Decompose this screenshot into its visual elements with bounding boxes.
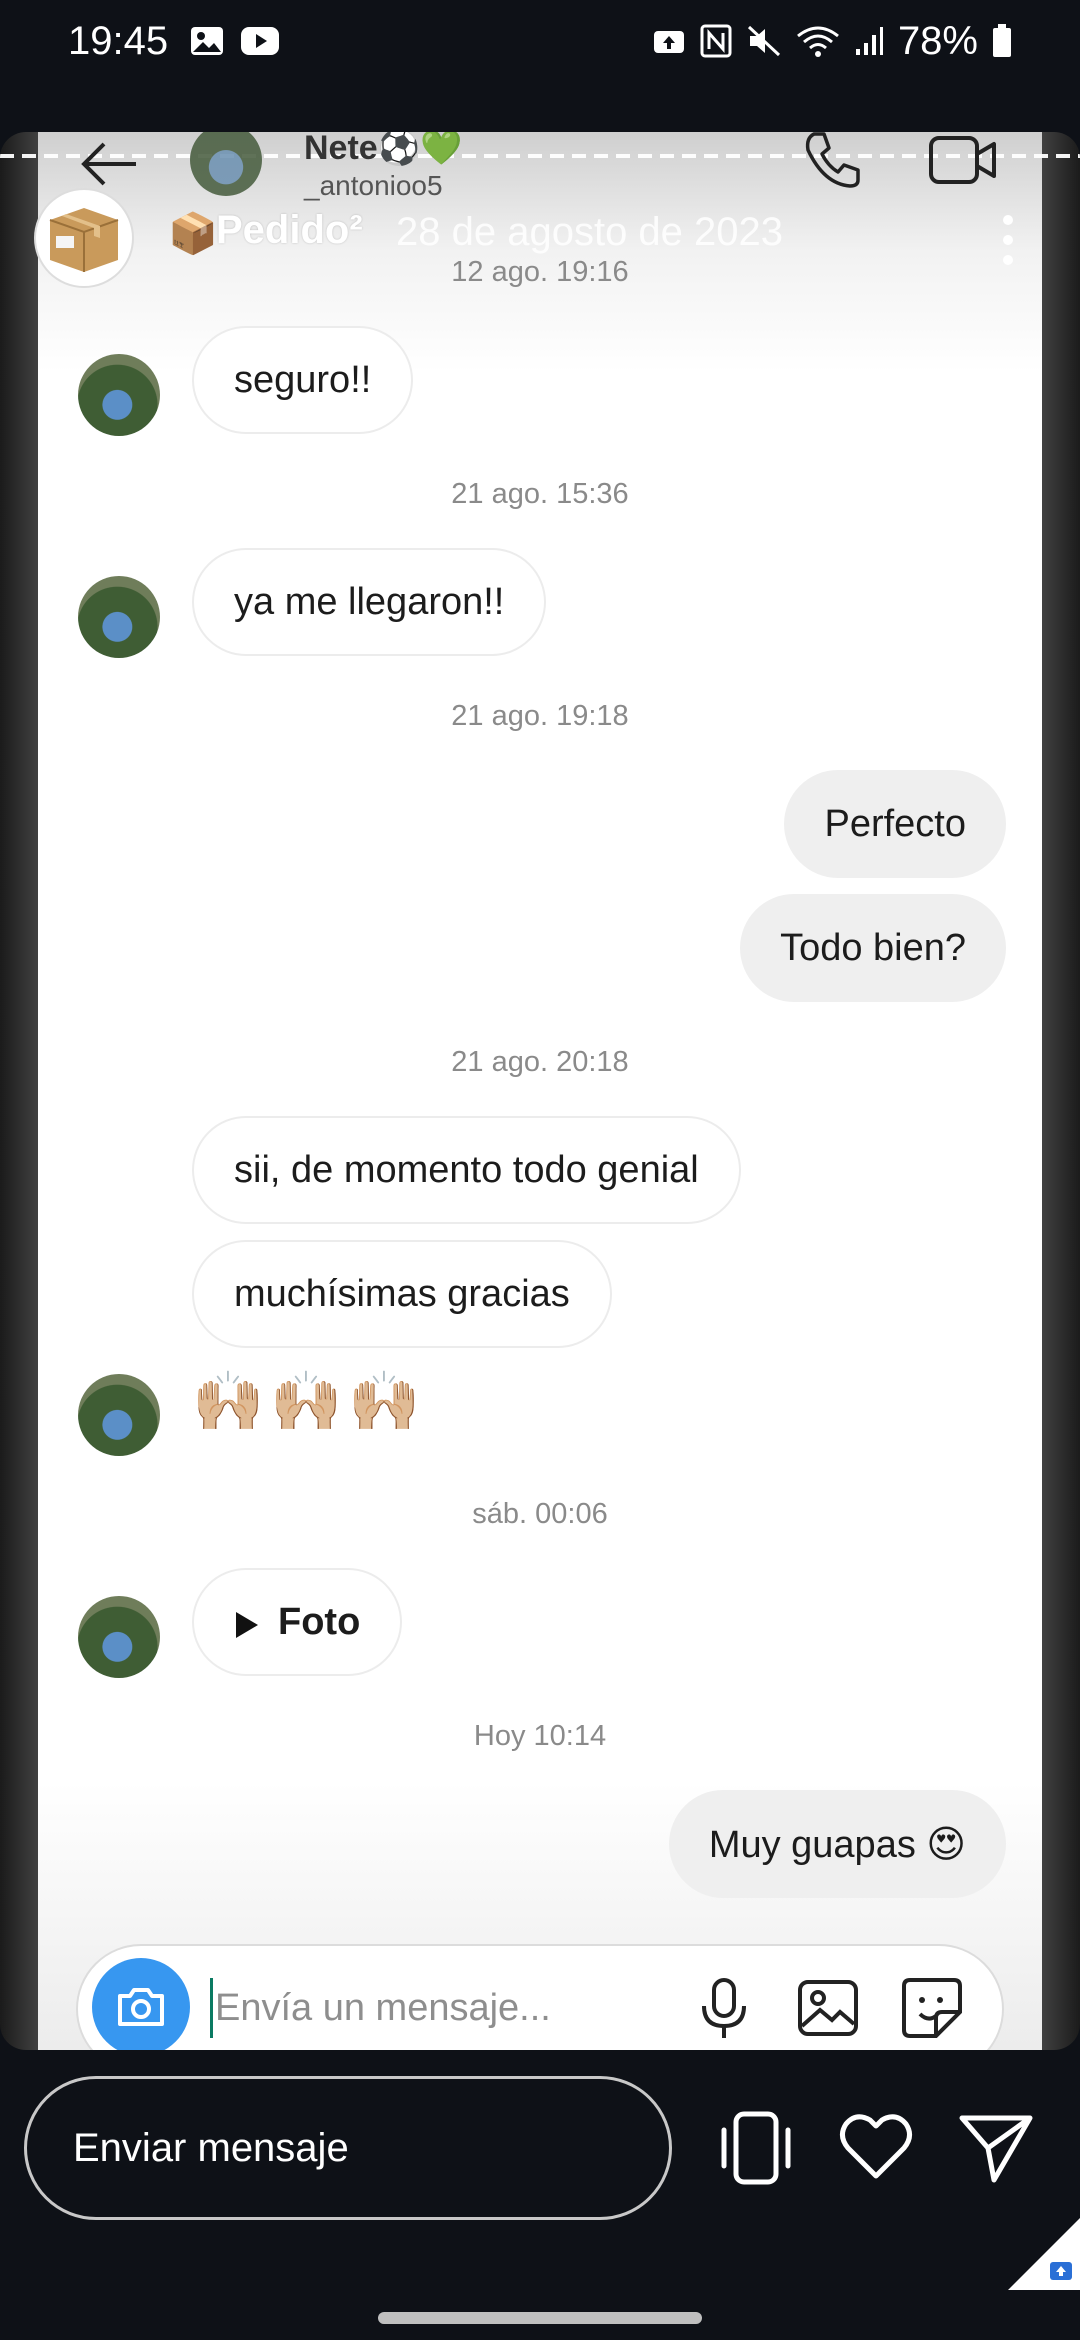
heart-icon[interactable] xyxy=(836,2108,916,2188)
story-card[interactable]: Nete⚽💚 _antonioo5 📦 Pedido² 28 de agosto… xyxy=(0,132,1080,2050)
incoming-message: sii, de momento todo genial xyxy=(192,1116,741,1224)
battery-percent: 78% xyxy=(897,18,978,63)
incoming-message: muchísimas gracias xyxy=(192,1240,612,1348)
status-icons: 78% xyxy=(652,19,1012,64)
sender-avatar xyxy=(78,576,160,658)
gallery-icon xyxy=(190,26,224,56)
story-date: 28 de agosto de 2023 xyxy=(396,210,784,254)
message-timestamp: 21 ago. 20:18 xyxy=(451,1046,629,1078)
story-title: Pedido² xyxy=(216,208,363,252)
message-composer: Envía un mensaje... xyxy=(76,1944,1004,2050)
chat-contact-username: _antonioo5 xyxy=(304,170,443,201)
chat-screenshot xyxy=(38,132,1042,2050)
wifi-icon xyxy=(796,24,840,58)
message-input: Envía un mensaje... xyxy=(210,1978,650,2038)
sender-avatar xyxy=(78,354,160,436)
message-timestamp: sáb. 00:06 xyxy=(472,1498,608,1530)
photo-message-label: Foto xyxy=(278,1600,361,1643)
outgoing-message: Todo bien? xyxy=(740,894,1006,1002)
incoming-message: seguro!! xyxy=(192,326,414,434)
mute-icon xyxy=(746,24,782,58)
nfc-icon xyxy=(700,24,732,58)
microphone-icon xyxy=(694,1976,754,2042)
package-emoji: 📦 xyxy=(168,212,218,256)
message-timestamp: Hoy 10:14 xyxy=(473,1720,607,1752)
message-timestamp: 21 ago. 15:36 xyxy=(451,478,629,510)
youtube-icon xyxy=(240,26,280,56)
status-time: 19:45 xyxy=(68,18,169,63)
send-icon[interactable] xyxy=(956,2108,1036,2188)
outgoing-message: Muy guapas 😍 xyxy=(668,1790,1006,1898)
camera-icon xyxy=(118,1988,164,2026)
home-indicator[interactable] xyxy=(378,2312,702,2324)
sender-avatar xyxy=(78,1374,160,1456)
chat-contact-name: Nete⚽💚 xyxy=(304,132,463,167)
battery-icon xyxy=(992,24,1012,58)
message-timestamp: 12 ago. 19:16 xyxy=(451,256,629,288)
back-arrow-icon xyxy=(78,132,142,196)
chat-avatar xyxy=(190,132,262,196)
video-call-icon xyxy=(928,132,998,190)
emoji-message: 🙌🏼🙌🏼🙌🏼 xyxy=(192,1369,427,1434)
outgoing-message: Perfecto xyxy=(784,770,1006,878)
photo-message: Foto xyxy=(192,1568,403,1676)
cloud-upload-icon xyxy=(652,27,686,55)
sender-avatar xyxy=(78,1596,160,1678)
message-timestamp: 21 ago. 19:18 xyxy=(451,700,629,732)
incoming-message: ya me llegaron!! xyxy=(192,548,547,656)
phone-icon xyxy=(800,132,864,192)
page-corner-icon xyxy=(1008,2218,1080,2290)
reply-input[interactable]: Enviar mensaje xyxy=(24,2076,672,2220)
play-icon xyxy=(234,1607,260,1638)
story-reply-bar: Enviar mensaje xyxy=(0,2050,1080,2340)
signal-icon xyxy=(854,25,884,57)
phone-frame-icon[interactable] xyxy=(716,2108,796,2188)
image-gallery-icon xyxy=(796,1976,860,2040)
status-bar: 19:45 78% xyxy=(0,0,1080,82)
sticker-icon xyxy=(900,1976,964,2040)
camera-button xyxy=(92,1958,190,2050)
